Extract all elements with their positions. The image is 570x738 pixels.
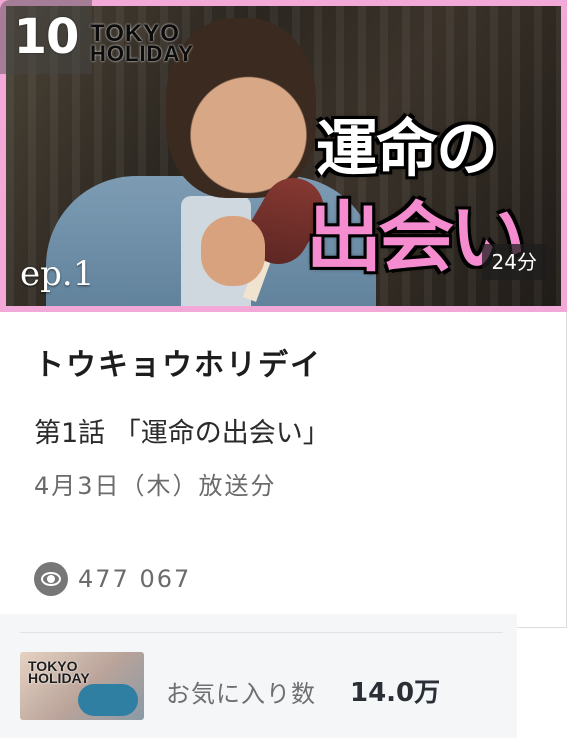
thumbnail-logo-line2: HOLIDAY [90, 41, 194, 66]
person-hand [201, 216, 265, 286]
thumbnail-title-line1: 運命の [316, 115, 498, 184]
episode-thumbnail[interactable]: TOKYO HOLIDAY 運命の 出会い ep.1 24分 10 [0, 0, 567, 312]
rank-badge: 10 [0, 0, 92, 74]
view-count-value: 477 067 [78, 565, 192, 593]
episode-number-label: ep.1 [20, 254, 95, 294]
divider [20, 632, 503, 633]
scooter-image [78, 684, 138, 716]
eye-icon [34, 562, 68, 596]
series-title[interactable]: トウキョウホリデイ [34, 340, 322, 384]
thumbnail-logo: TOKYO HOLIDAY [90, 22, 194, 66]
favorites-label: お気に入り数 [166, 680, 316, 708]
series-thumbnail[interactable]: TOKYO HOLIDAY [20, 652, 144, 720]
duration-badge: 24分 [481, 244, 547, 280]
series-thumbnail-logo-line2: HOLIDAY [28, 670, 90, 686]
favorites-count: 14.0万 [350, 678, 441, 708]
episode-card[interactable]: TOKYO HOLIDAY 運命の 出会い ep.1 24分 10 トウキョウホ… [0, 0, 567, 628]
rank-number: 10 [13, 9, 80, 65]
episode-title[interactable]: 第1話 「運命の出会い」 [34, 411, 330, 450]
view-count: 477 067 [34, 562, 191, 596]
broadcast-date: 4月3日（木）放送分 [34, 472, 277, 500]
series-thumbnail-logo: TOKYO HOLIDAY [28, 659, 90, 686]
